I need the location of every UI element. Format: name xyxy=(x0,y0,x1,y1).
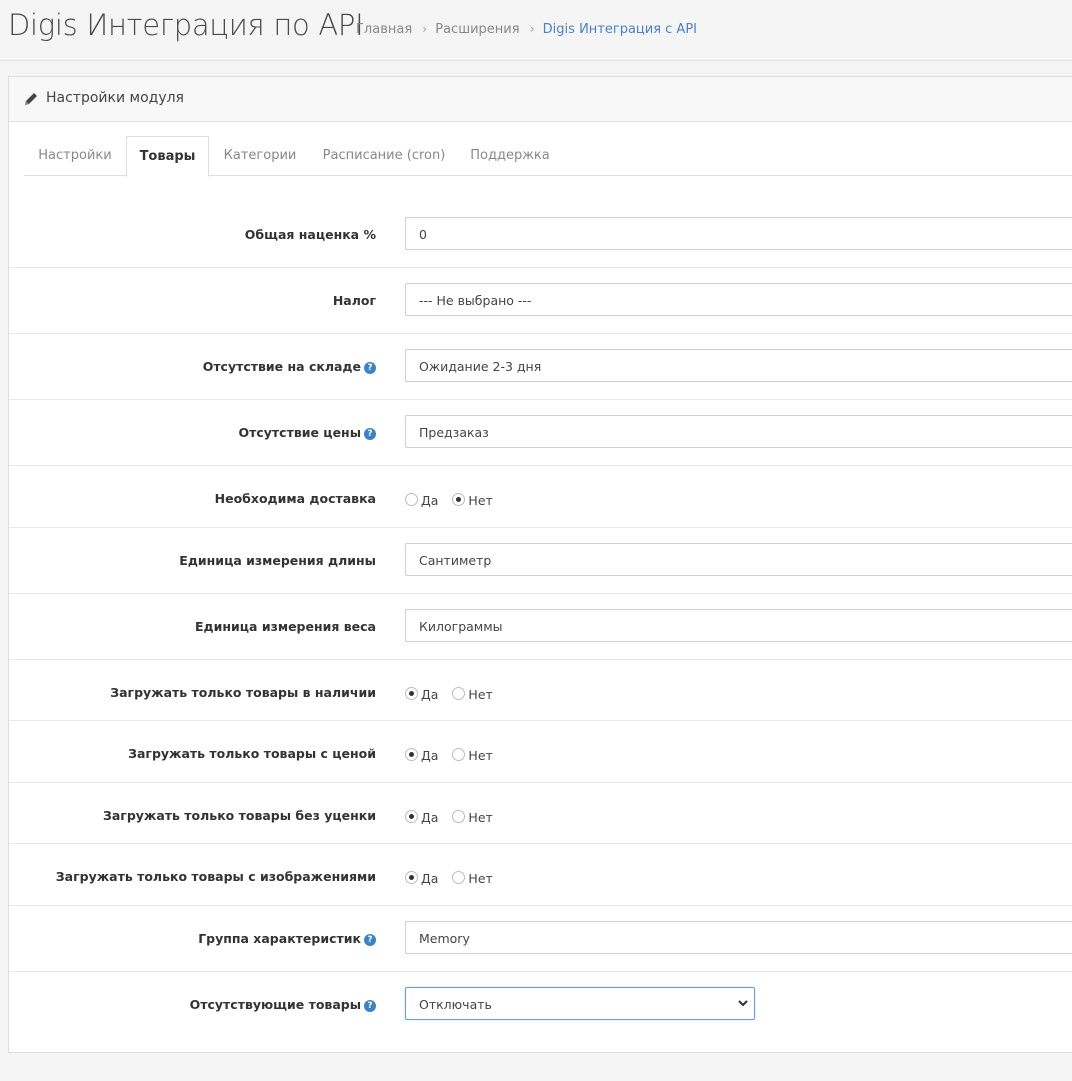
chevron-down-icon xyxy=(738,1000,748,1007)
radio-label-no: Нет xyxy=(468,810,493,825)
form-row-missing-products: Отсутствующие товары? Отключать xyxy=(9,971,1072,1051)
radio-label-no: Нет xyxy=(468,493,493,508)
radio-label-yes: Да xyxy=(421,687,439,702)
tab-support[interactable]: Поддержка xyxy=(457,136,563,175)
missing-products-value: Отключать xyxy=(419,997,492,1012)
form-row-attr-group: Группа характеристик? Memory xyxy=(9,905,1072,972)
in-stock-only-radio-group: Да Нет xyxy=(405,687,503,702)
no-price-label: Отсутствие цены? xyxy=(238,425,376,440)
no-discount-only-radio-no[interactable] xyxy=(452,810,466,823)
chevron-right-icon: › xyxy=(422,22,428,36)
breadcrumb-home[interactable]: Главная xyxy=(356,22,412,37)
with-price-only-label: Загружать только товары с ценой xyxy=(128,746,376,761)
page-header: Digis Интеграция по API Главная › Расшир… xyxy=(0,0,1072,61)
in-stock-only-label: Загружать только товары в наличии xyxy=(110,685,376,700)
attr-group-label-text: Группа характеристик xyxy=(198,931,361,946)
attr-group-select[interactable]: Memory xyxy=(405,921,1072,954)
chevron-right-icon: › xyxy=(529,22,535,36)
in-stock-only-radio-yes[interactable] xyxy=(405,687,418,700)
form-row-with-images-only: Загружать только товары с изображениями … xyxy=(9,843,1072,906)
form-row-markup: Общая наценка % 0 xyxy=(9,201,1072,268)
length-select[interactable]: Сантиметр xyxy=(405,543,1072,576)
settings-panel: Настройки модуля Настройки Товары Катего… xyxy=(8,76,1072,1053)
attr-group-label: Группа характеристик? xyxy=(198,931,376,946)
weight-label: Единица измерения веса xyxy=(195,619,376,634)
no-discount-only-radio-yes[interactable] xyxy=(405,810,418,823)
length-label: Единица измерения длины xyxy=(179,553,376,568)
page-title: Digis Интеграция по API xyxy=(8,8,364,42)
radio-label-yes: Да xyxy=(421,493,439,508)
shipping-radio-group: Да Нет xyxy=(405,493,503,508)
form-row-out-of-stock: Отсутствие на складе? Ожидание 2-3 дня xyxy=(9,333,1072,400)
out-of-stock-label-text: Отсутствие на складе xyxy=(202,359,361,374)
with-images-only-radio-yes[interactable] xyxy=(405,871,418,884)
out-of-stock-select[interactable]: Ожидание 2-3 дня xyxy=(405,349,1072,382)
in-stock-only-radio-no[interactable] xyxy=(452,687,466,700)
panel-title: Настройки модуля xyxy=(46,90,184,106)
form-row-no-discount-only: Загружать только товары без уценки Да Не… xyxy=(9,782,1072,844)
radio-label-yes: Да xyxy=(421,871,439,886)
no-price-select[interactable]: Предзаказ xyxy=(405,415,1072,448)
tax-label: Налог xyxy=(332,293,376,308)
help-icon[interactable]: ? xyxy=(364,1000,376,1012)
missing-products-label: Отсутствующие товары? xyxy=(190,997,376,1012)
radio-label-no: Нет xyxy=(468,871,493,886)
with-images-only-radio-group: Да Нет xyxy=(405,871,503,886)
out-of-stock-label: Отсутствие на складе? xyxy=(203,359,376,374)
missing-products-select[interactable]: Отключать xyxy=(405,987,755,1020)
markup-input[interactable]: 0 xyxy=(405,217,1072,250)
with-images-only-radio-no[interactable] xyxy=(452,871,466,884)
missing-products-label-text: Отсутствующие товары xyxy=(189,997,361,1012)
help-icon[interactable]: ? xyxy=(364,934,376,946)
with-price-only-radio-no[interactable] xyxy=(452,748,466,761)
tab-bar: Настройки Товары Категории Расписание (c… xyxy=(24,136,1072,177)
shipping-radio-no[interactable] xyxy=(452,493,466,506)
radio-label-yes: Да xyxy=(421,748,439,763)
shipping-label: Необходима доставка xyxy=(214,491,376,506)
radio-label-no: Нет xyxy=(468,687,493,702)
pencil-icon xyxy=(25,93,37,105)
weight-select[interactable]: Килограммы xyxy=(405,609,1072,642)
no-discount-only-label: Загружать только товары без уценки xyxy=(102,808,376,823)
no-discount-only-radio-group: Да Нет xyxy=(405,810,503,825)
radio-label-yes: Да xyxy=(421,810,439,825)
markup-label: Общая наценка % xyxy=(244,227,376,242)
with-price-only-radio-group: Да Нет xyxy=(405,748,503,763)
help-icon[interactable]: ? xyxy=(364,428,376,440)
breadcrumb-extensions[interactable]: Расширения xyxy=(435,22,519,37)
radio-label-no: Нет xyxy=(468,748,493,763)
tab-schedule[interactable]: Расписание (cron) xyxy=(311,136,457,175)
form-row-tax: Налог --- Не выбрано --- xyxy=(9,267,1072,334)
form-row-with-price-only: Загружать только товары с ценой Да Нет xyxy=(9,720,1072,783)
tab-categories[interactable]: Категории xyxy=(209,136,311,175)
form-row-length: Единица измерения длины Сантиметр xyxy=(9,527,1072,594)
shipping-radio-yes[interactable] xyxy=(405,493,418,506)
with-price-only-radio-yes[interactable] xyxy=(405,748,418,761)
form-row-shipping: Необходима доставка Да Нет xyxy=(9,465,1072,528)
form-row-weight: Единица измерения веса Килограммы xyxy=(9,593,1072,660)
help-icon[interactable]: ? xyxy=(364,362,376,374)
with-images-only-label: Загружать только товары с изображениями xyxy=(55,869,376,884)
no-price-label-text: Отсутствие цены xyxy=(238,425,361,440)
breadcrumb-current[interactable]: Digis Интеграция с API xyxy=(543,22,697,37)
breadcrumb: Главная › Расширения › Digis Интеграция … xyxy=(356,22,697,37)
tab-products[interactable]: Товары xyxy=(126,136,209,177)
form-row-in-stock-only: Загружать только товары в наличии Да Нет xyxy=(9,659,1072,721)
form-row-no-price: Отсутствие цены? Предзаказ xyxy=(9,399,1072,466)
tab-settings[interactable]: Настройки xyxy=(24,136,126,175)
tax-select[interactable]: --- Не выбрано --- xyxy=(405,283,1072,316)
panel-heading: Настройки модуля xyxy=(9,77,1072,122)
